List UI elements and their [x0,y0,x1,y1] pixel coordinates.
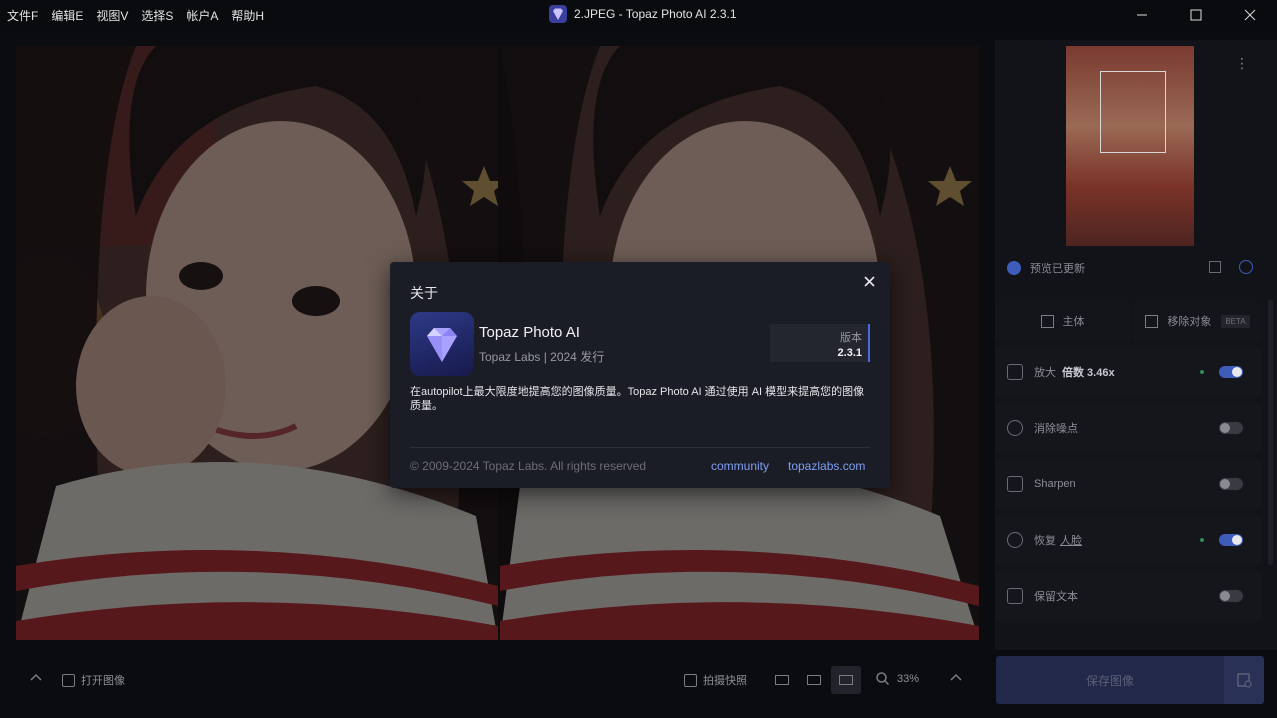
eraser-icon [1145,314,1159,328]
title-bar: 文件F 编辑E 视图V 选择S 帐户A 帮助H 2.JPEG - Topaz P… [0,0,1277,30]
diamond-icon [427,328,457,362]
panel-scrollbar[interactable] [1268,300,1273,565]
split-view-icon [807,675,821,685]
save-settings-icon [1237,673,1252,688]
feature-upscale[interactable]: 放大 倍数 3.46x [995,347,1261,397]
smiley-icon [1007,532,1023,548]
save-image-button[interactable]: 保存图像 [996,656,1224,704]
denoise-icon [1007,420,1023,436]
settings-panel: ⋮ 预览已更新 主体 移除对象 BETA 放大 倍数 3.46x 消除噪点 Sh… [995,40,1277,650]
feature-upscale-label: 放大 [1034,367,1056,379]
more-options-icon[interactable]: ⋮ [1235,56,1249,70]
sharpen-toggle[interactable] [1219,478,1243,490]
camera-icon [684,673,697,687]
collapse-button[interactable] [30,672,42,682]
menu-file[interactable]: 文件F [7,7,38,24]
feature-denoise[interactable]: 消除噪点 [995,403,1261,453]
menu-edit[interactable]: 编辑E [51,7,83,24]
view-single-button[interactable] [767,666,797,694]
remove-object-button[interactable]: 移除对象 BETA [1134,302,1261,340]
feature-face-label: 恢复 [1034,535,1056,547]
feature-sharpen[interactable]: Sharpen [995,459,1261,509]
active-dot [1200,538,1204,542]
minimize-button[interactable] [1115,0,1169,30]
menu-bar: 文件F 编辑E 视图V 选择S 帐户A 帮助H [0,7,277,24]
face-recovery-toggle[interactable] [1219,534,1243,546]
beta-badge: BETA [1221,314,1250,328]
product-name: Topaz Photo AI [479,324,580,341]
feature-face-detail[interactable]: 人脸 [1060,532,1082,548]
maximize-button[interactable] [1169,0,1223,30]
zoom-menu-button[interactable] [950,672,962,682]
feature-text-label: 保留文本 [1034,591,1078,603]
website-link[interactable]: topazlabs.com [788,459,865,473]
subject-label: 主体 [1062,316,1085,328]
view-split-button[interactable] [799,666,829,694]
snapshot-button[interactable]: 拍摄快照 [684,672,747,688]
preview-status: 预览已更新 [1007,258,1259,278]
community-link[interactable]: community [711,459,769,473]
triangle-icon [1007,476,1023,492]
zoom-icon [876,672,889,685]
feature-upscale-detail: 倍数 3.46x [1062,367,1115,379]
view-side-by-side-button[interactable] [831,666,861,694]
crop-icon[interactable] [1209,261,1221,273]
active-dot [1200,370,1204,374]
save-image-label: 保存图像 [1085,673,1134,688]
menu-help[interactable]: 帮助H [231,7,264,24]
dialog-divider [410,447,870,448]
preview-status-text: 预览已更新 [1030,263,1085,275]
preserve-text-toggle[interactable] [1219,590,1243,602]
close-window-button[interactable] [1223,0,1277,30]
close-icon [1244,9,1256,21]
check-circle-icon [1007,261,1021,275]
close-dialog-button[interactable] [860,272,878,290]
minimize-icon [1137,14,1147,16]
feature-face-recovery[interactable]: 恢复 人脸 [995,515,1261,565]
subject-button[interactable]: 主体 [995,302,1130,340]
chevron-up-icon [30,673,42,681]
close-icon [863,275,875,287]
menu-account[interactable]: 帐户A [186,7,218,24]
open-image-label: 打开图像 [81,675,125,687]
version-number: 2.3.1 [837,347,862,359]
text-icon [1007,588,1023,604]
copyright-text: © 2009-2024 Topaz Labs. All rights reser… [410,459,647,473]
feature-sharpen-label: Sharpen [1034,478,1076,490]
about-dialog-title: 关于 [410,285,438,301]
window-controls [1115,0,1277,30]
open-image-button[interactable]: 打开图像 [62,672,125,688]
chevron-up-icon [950,673,962,681]
zoom-level: 33% [897,672,920,685]
single-view-icon [775,675,789,685]
maximize-icon [1190,9,1202,21]
denoise-toggle[interactable] [1219,422,1243,434]
window-title-text: 2.JPEG - Topaz Photo AI 2.3.1 [574,7,737,21]
zoom-control[interactable]: 33% [876,672,919,685]
remove-object-label: 移除对象 [1167,316,1212,328]
navigator-viewport-box[interactable] [1100,71,1166,153]
about-dialog: 关于 Topaz Photo AI Topaz Labs | 2024 发行 版… [390,262,890,488]
upscale-toggle[interactable] [1219,366,1243,378]
save-options-button[interactable] [1224,656,1264,704]
menu-select[interactable]: 选择S [141,7,173,24]
face-icon[interactable] [1239,260,1253,274]
bottom-toolbar: 打开图像 拍摄快照 33% [0,652,990,708]
product-description: 在autopilot上最大限度地提高您的图像质量。Topaz Photo AI … [410,386,865,412]
snapshot-label: 拍摄快照 [703,675,747,687]
feature-denoise-label: 消除噪点 [1034,423,1078,435]
topaz-app-icon [410,312,474,376]
navigator: ⋮ [995,46,1261,252]
upscale-icon [1007,364,1023,380]
topaz-logo-icon [549,5,567,23]
publisher-text: Topaz Labs | 2024 发行 [479,350,605,364]
menu-view[interactable]: 视图V [96,7,128,24]
version-label: 版本 [840,332,862,344]
version-box: 版本 2.3.1 [770,324,870,362]
subject-icon [1040,314,1054,328]
side-by-side-icon [839,675,853,685]
feature-preserve-text[interactable]: 保留文本 [995,571,1261,621]
window-title: 2.JPEG - Topaz Photo AI 2.3.1 [549,5,737,23]
image-icon [62,673,75,687]
